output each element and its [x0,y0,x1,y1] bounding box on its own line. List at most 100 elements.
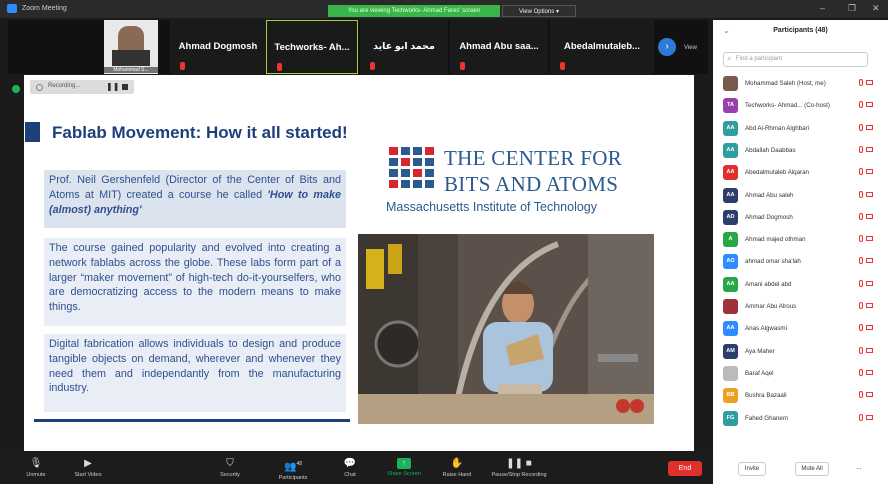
muted-mic-icon [859,302,863,309]
more-options-button[interactable]: ... [853,462,865,476]
slide-photo [358,234,654,424]
participant-row[interactable]: AA Anas Algwasmi [723,321,873,339]
slide-paragraph-3: Digital fabrication allows individuals t… [44,334,346,412]
participant-tile[interactable]: Abedalmutaleb... [550,20,654,74]
mute-all-button[interactable]: Mute All [795,462,829,476]
maximize-icon[interactable]: ❐ [848,3,856,14]
video-off-icon [866,303,873,308]
participants-button[interactable]: 👥48 Participants [268,455,318,484]
participant-name: Ahmad majed othman [745,236,806,244]
cba-logo-line-3: Massachusetts Institute of Technology [386,200,597,214]
participant-row[interactable]: FG Fahed Ghanem [723,410,873,429]
zoom-logo-icon [7,4,17,13]
participant-name: Ammar Abu Alrous [745,303,797,310]
participant-row[interactable]: Mohammad Saleh (Host, me) [723,76,873,94]
stop-recording-icon[interactable] [122,84,128,90]
invite-button[interactable]: Invite [738,462,766,476]
muted-mic-icon [859,368,863,376]
participant-row[interactable]: AM Aya Maher [723,343,873,362]
unmute-button[interactable]: 🎙 Unmute [16,455,56,484]
participant-row[interactable]: AA Abd Al-Rhman Alghbari [723,120,873,139]
participant-name: Mohammad Saleh (Host, me) [745,80,826,87]
title-bar: Zoom Meeting You are viewing Techworks- … [0,0,888,18]
participant-name: ahmad omar sha'lah [745,258,801,266]
participant-row[interactable]: Ammar Abu Alrous [723,299,873,317]
participant-name: Ahmad Abu saleh [745,191,794,199]
video-off-icon [866,146,873,152]
avatar: AD [723,209,738,225]
avatar: AM [723,343,738,359]
video-off-icon [866,280,873,286]
muted-mic-icon [277,63,282,71]
video-off-icon [866,414,873,420]
muted-mic-icon [180,62,185,70]
video-off-icon [866,325,873,331]
avatar: AA [723,187,738,203]
start-video-button[interactable]: ▶ Start Video [66,455,110,484]
participant-row[interactable]: AD Ahmad Dogmosh [723,209,873,228]
participant-row[interactable]: Baraf Aqel [723,365,873,384]
participant-row[interactable]: AA Abedalmutaleb Alqaran [723,165,873,183]
avatar: FG [723,410,738,426]
participants-panel-title: Participants (48) [773,27,828,34]
avatar: A [723,232,738,248]
people-icon: 👥48 [283,461,302,473]
video-off-icon [866,347,873,353]
view-button[interactable]: View [684,45,697,51]
share-screen-icon: ↑ [397,458,411,469]
video-tile-caption: Mohammad S... [104,67,158,73]
muted-mic-icon [859,101,863,109]
participant-row[interactable]: TA Techworks- Ahmad... (Co-host) [723,98,873,116]
slide-paragraph-2: The course gained popularity and evolved… [44,238,346,326]
avatar [723,365,738,381]
participant-row[interactable]: AA Ahmad Abu saleh [723,187,873,206]
share-screen-button[interactable]: ↑ Share Screen [380,455,428,484]
participant-name: Abedalmutaleb Alqaran [745,169,809,177]
raise-hand-button[interactable]: ✋ Raise Hand [436,455,478,484]
close-icon[interactable]: ✕ [872,3,880,14]
microphone-muted-icon: 🎙 [29,458,43,469]
window-title: Zoom Meeting [22,5,67,12]
avatar: AA [723,120,738,136]
participant-row[interactable]: AO ahmad omar sha'lah [723,254,873,272]
video-tile-host[interactable]: Mohammad S... [104,20,158,74]
video-off-icon [866,191,873,197]
share-banner: You are viewing Techworks- Ahmad Fares' … [328,5,500,17]
minimize-icon[interactable]: – [820,3,825,13]
chat-bubble-icon: 💬 [343,458,357,469]
end-meeting-button[interactable]: End [668,461,702,476]
recording-bar: Recording... ❚❚ [30,80,134,94]
muted-mic-icon [859,324,863,332]
muted-mic-icon [859,235,863,243]
participant-row[interactable]: AA Abdallah Daabbas [723,142,873,161]
muted-mic-icon [460,62,465,70]
avatar: AO [723,254,738,270]
participant-tile-speaking[interactable]: Techworks- Ah... [266,20,358,74]
participant-name: Anas Algwasmi [745,325,787,333]
security-button[interactable]: ⛉ Security [210,455,250,484]
pause-recording-icon[interactable]: ❚❚ [106,82,119,91]
view-options-button[interactable]: View Options ▾ [502,5,576,17]
muted-mic-icon [859,212,863,220]
participant-name: Fahed Ghanem [745,414,788,422]
avatar: AA [723,321,738,337]
muted-mic-icon [859,413,863,421]
muted-mic-icon [859,279,863,287]
participant-name: Ahmad Dogmosh [745,213,793,221]
video-off-icon [866,258,873,264]
participant-row[interactable]: A Ahmad majed othman [723,232,873,250]
participant-name: Baraf Aqel [745,369,774,377]
participant-tile[interactable]: Ahmad Dogmosh [170,20,266,74]
participant-tile[interactable]: Ahmad Abu saa... [450,20,548,74]
participant-name: Abd Al-Rhman Alghbari [745,124,809,132]
participant-name: Techworks- Ahmad... (Co-host) [745,102,830,110]
participant-row[interactable]: AA Amani abdel abd [723,276,873,295]
chat-button[interactable]: 💬 Chat [332,455,368,484]
pause-stop-recording-button[interactable]: ❚❚ ■ Pause/Stop Recording [484,455,554,484]
participant-row[interactable]: BB Bushra Bazaali [723,388,873,406]
muted-mic-icon [859,168,863,176]
next-page-arrow-icon[interactable]: › [658,38,676,56]
participant-tile[interactable]: محمد ابو عايد [360,20,448,74]
participant-search-input[interactable]: Find a participant [723,52,868,67]
muted-mic-icon [859,190,863,198]
